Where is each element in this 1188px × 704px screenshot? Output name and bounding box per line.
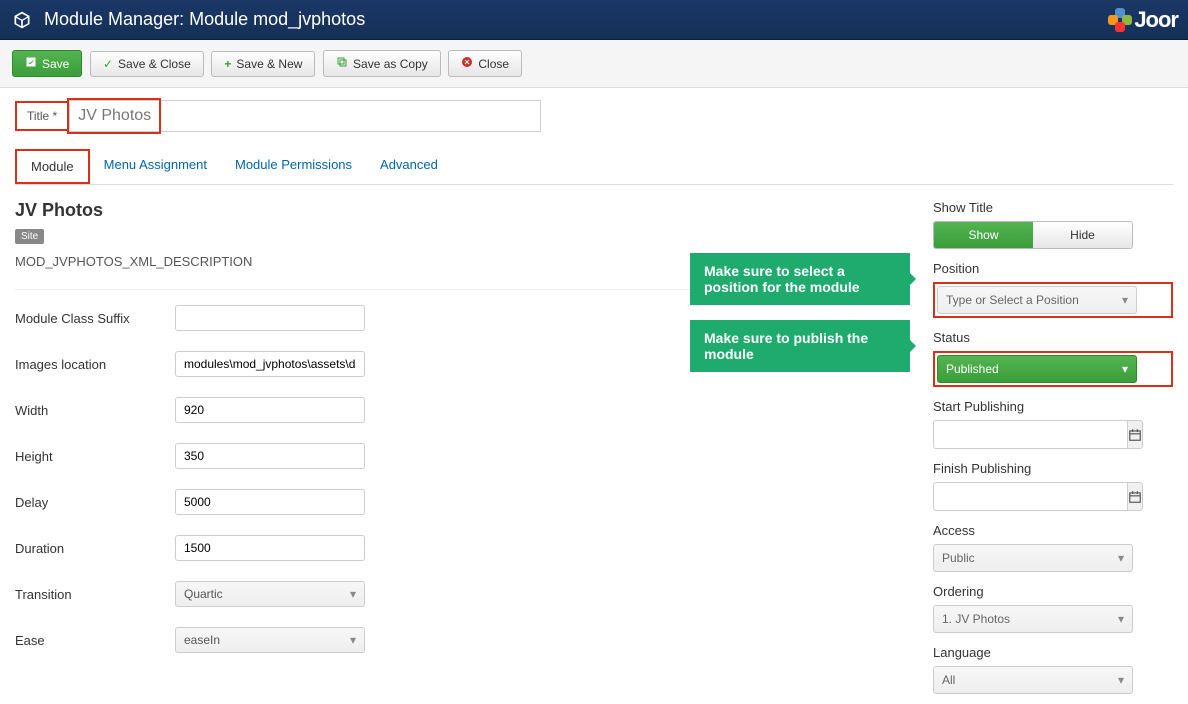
start-publishing-calendar-button[interactable] [1127,420,1143,449]
tab-menu-assignment[interactable]: Menu Assignment [90,149,221,184]
check-icon: ✓ [103,57,113,71]
label-images-location: Images location [15,357,175,372]
label-width: Width [15,403,175,418]
save-copy-button[interactable]: Save as Copy [323,50,441,77]
title-label: Title * [15,101,67,131]
page-title: Module Manager: Module mod_jvphotos [44,9,365,30]
title-field-row: Title * [15,98,1173,134]
row-duration: Duration [15,535,903,561]
toolbar: Save ✓ Save & Close + Save & New Save as… [0,40,1188,88]
module-name: JV Photos [15,200,903,221]
label-duration: Duration [15,541,175,556]
row-height: Height [15,443,903,469]
title-input-extension[interactable] [161,100,541,132]
select-ordering[interactable]: 1. JV Photos [933,605,1133,633]
tabs: Module Menu Assignment Module Permission… [15,149,1173,185]
label-ease: Ease [15,633,175,648]
select-position[interactable]: Type or Select a Position [937,286,1137,314]
copy-icon [336,56,348,71]
label-start-publishing: Start Publishing [933,399,1173,414]
row-transition: Transition Quartic [15,581,903,607]
select-status[interactable]: Published [937,355,1137,383]
input-start-publishing[interactable] [933,420,1127,449]
label-show-title: Show Title [933,200,1173,215]
cube-icon [10,8,34,32]
select-access[interactable]: Public [933,544,1133,572]
select-language[interactable]: All [933,666,1133,694]
row-delay: Delay [15,489,903,515]
input-finish-publishing[interactable] [933,482,1127,511]
label-status: Status [933,330,1173,345]
input-delay[interactable] [175,489,365,515]
label-delay: Delay [15,495,175,510]
close-icon [461,56,473,71]
save-new-button[interactable]: + Save & New [211,51,315,77]
select-transition[interactable]: Quartic [175,581,365,607]
finish-publishing-calendar-button[interactable] [1127,482,1143,511]
plus-icon: + [224,57,231,71]
save-close-button[interactable]: ✓ Save & Close [90,51,204,77]
input-module-class-suffix[interactable] [175,305,365,331]
save-button[interactable]: Save [12,50,82,77]
tab-advanced[interactable]: Advanced [366,149,452,184]
calendar-icon [1128,428,1142,442]
show-title-show[interactable]: Show [934,222,1033,248]
label-finish-publishing: Finish Publishing [933,461,1173,476]
label-position: Position [933,261,1173,276]
tab-module-permissions[interactable]: Module Permissions [221,149,366,184]
callout-publish: Make sure to publish the module [690,320,910,372]
apply-icon [25,56,37,71]
tab-module[interactable]: Module [15,149,90,184]
label-language: Language [933,645,1173,660]
select-ease[interactable]: easeIn [175,627,365,653]
show-title-toggle: Show Hide [933,221,1133,249]
label-module-class-suffix: Module Class Suffix [15,311,175,326]
input-width[interactable] [175,397,365,423]
label-height: Height [15,449,175,464]
input-images-location[interactable] [175,351,365,377]
title-input[interactable] [69,100,159,132]
input-height[interactable] [175,443,365,469]
site-badge: Site [15,229,44,244]
row-ease: Ease easeIn [15,627,903,653]
label-ordering: Ordering [933,584,1173,599]
title-bar: Module Manager: Module mod_jvphotos Joor [0,0,1188,40]
calendar-icon [1128,490,1142,504]
label-access: Access [933,523,1173,538]
label-transition: Transition [15,587,175,602]
show-title-hide[interactable]: Hide [1033,222,1132,248]
callout-position: Make sure to select a position for the m… [690,253,910,305]
close-button[interactable]: Close [448,50,522,77]
input-duration[interactable] [175,535,365,561]
joomla-logo: Joor [1108,7,1178,33]
row-width: Width [15,397,903,423]
